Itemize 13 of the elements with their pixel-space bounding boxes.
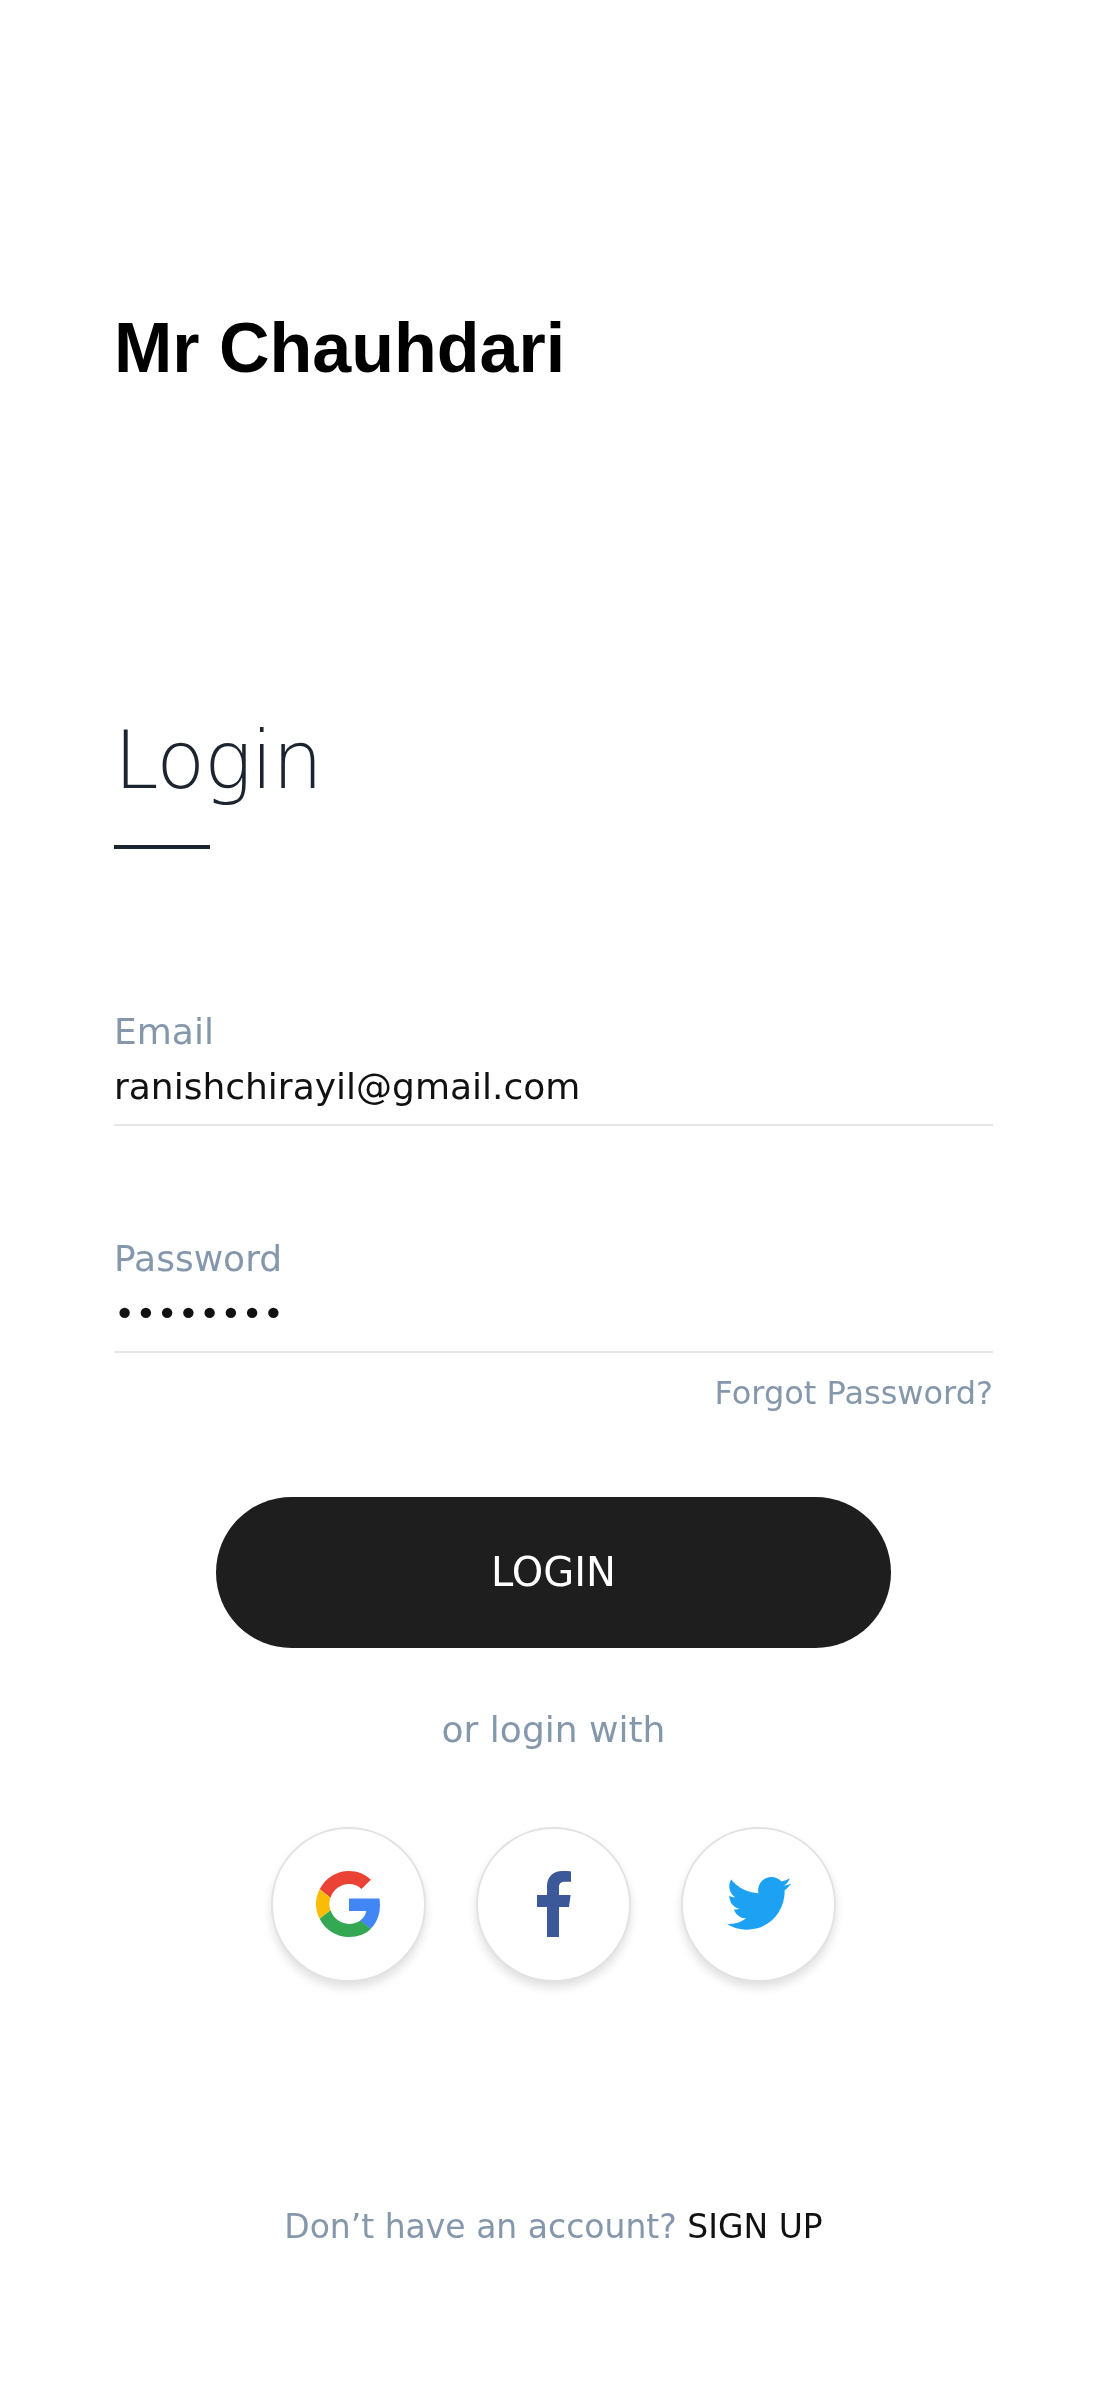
field-label: Password bbox=[114, 1236, 283, 1281]
bird-icon bbox=[725, 1877, 792, 1932]
login-heading: Login bbox=[114, 717, 324, 805]
facebook-logo-icon bbox=[536, 1871, 571, 1938]
brand-title: Mr Chauhdari bbox=[114, 310, 566, 387]
signup-prompt: Don’t have an account? SIGN UP bbox=[284, 2205, 823, 2248]
input-field[interactable]: •••••••• bbox=[114, 1282, 993, 1351]
login-button[interactable]: LOGIN bbox=[216, 1496, 891, 1648]
input-field[interactable]: ranishchirayil@gmail.com bbox=[114, 1055, 993, 1124]
social-caption: or login with bbox=[441, 1707, 666, 1752]
field-label: Email bbox=[114, 1010, 214, 1054]
signup-link[interactable]: SIGN UP bbox=[687, 2206, 823, 2246]
google-logo-icon bbox=[315, 1871, 382, 1938]
